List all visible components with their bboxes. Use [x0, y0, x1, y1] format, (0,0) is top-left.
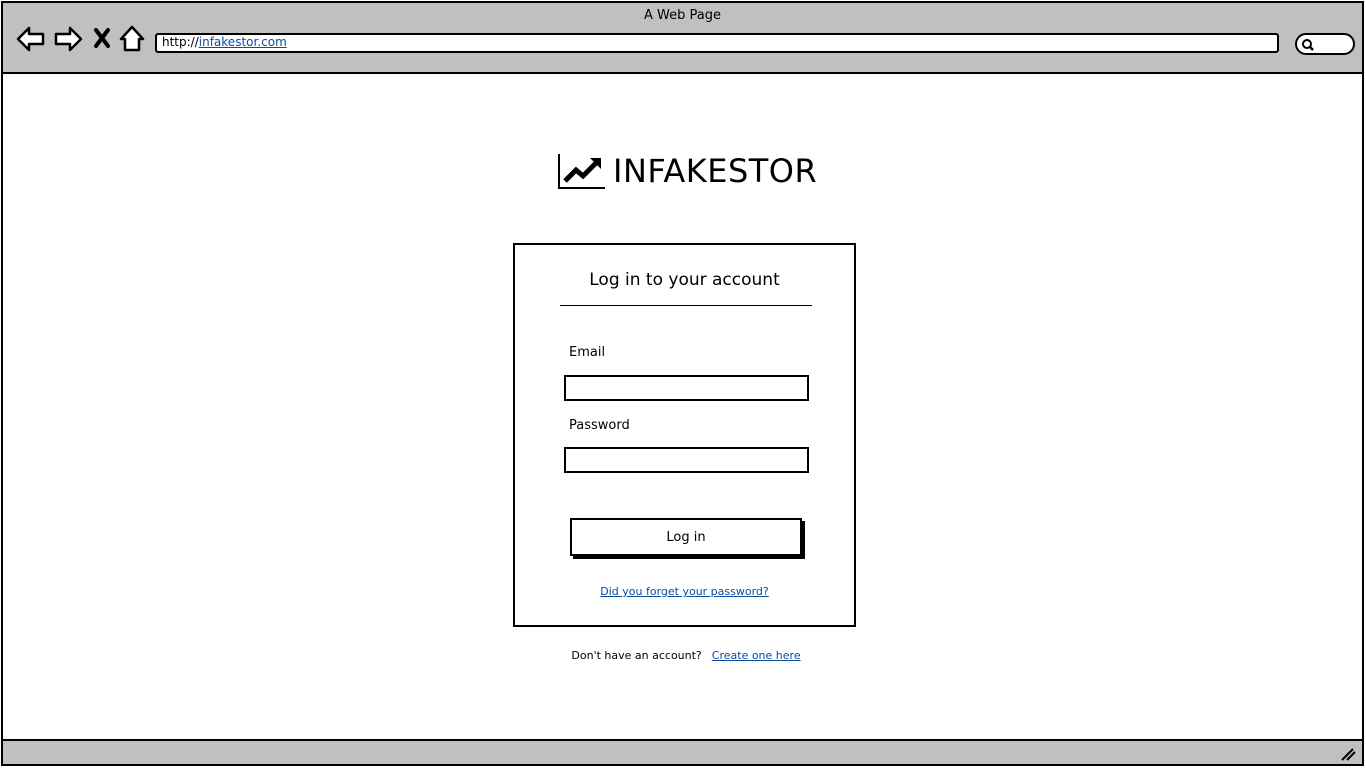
signup-text: Don't have an account?	[571, 649, 702, 662]
url-protocol: http://	[162, 35, 199, 49]
home-icon[interactable]	[117, 23, 149, 55]
url-host[interactable]: infakestor.com	[199, 35, 287, 49]
back-arrow-icon[interactable]	[15, 23, 47, 55]
window-title: A Web Page	[644, 8, 721, 23]
create-account-link[interactable]: Create one here	[712, 649, 801, 662]
browser-toolbar: A Web Page http://infakestor.com	[3, 3, 1362, 74]
address-bar[interactable]: http://infakestor.com	[155, 33, 1279, 53]
signup-row: Don't have an account? Create one here	[3, 649, 1366, 662]
login-title: Log in to your account	[589, 270, 780, 290]
login-card: Log in to your account Email Password Lo…	[513, 243, 856, 627]
logo-text: INFAKESTOR	[613, 152, 818, 190]
browser-window: A Web Page http://infakestor.com INFAKES…	[1, 1, 1364, 766]
email-field[interactable]	[564, 375, 809, 401]
password-label: Password	[569, 418, 630, 433]
password-field[interactable]	[564, 447, 809, 473]
forgot-password-link[interactable]: Did you forget your password?	[515, 585, 854, 598]
forward-arrow-icon[interactable]	[52, 23, 84, 55]
search-icon	[1302, 39, 1314, 51]
logo: INFAKESTOR	[556, 151, 817, 191]
trending-up-chart-icon	[558, 154, 605, 189]
resize-grip-icon[interactable]	[1340, 747, 1356, 761]
title-divider	[560, 305, 812, 306]
search-input[interactable]	[1295, 33, 1355, 55]
login-button[interactable]: Log in	[570, 518, 802, 556]
email-label: Email	[569, 345, 606, 360]
status-bar	[3, 739, 1362, 764]
